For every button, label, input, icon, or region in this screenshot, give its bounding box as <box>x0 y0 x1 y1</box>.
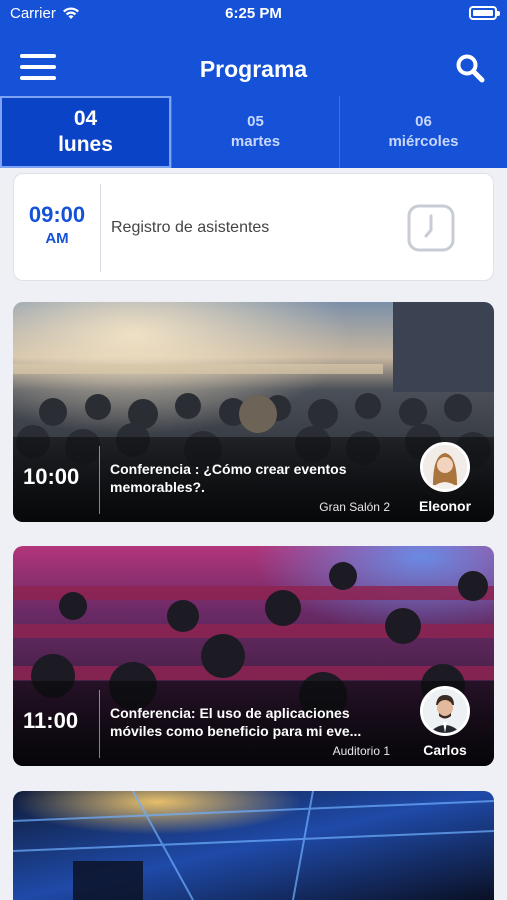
tab-day-name: lunes <box>58 133 113 156</box>
speaker-avatar[interactable] <box>420 442 470 492</box>
tab-day-number: 05 <box>247 113 264 130</box>
status-bar: Carrier 6:25 PM <box>0 0 507 28</box>
divider <box>99 446 100 514</box>
battery-icon <box>469 6 500 20</box>
event-card[interactable]: 10:00 Conferencia : ¿Cómo crear eventos … <box>13 302 494 522</box>
event-title: Conferencia : ¿Cómo crear eventos memora… <box>110 461 347 495</box>
event-card[interactable] <box>13 791 494 900</box>
divider <box>100 184 101 272</box>
day-tabs: 04 lunes 05 martes 06 miércoles <box>0 96 507 168</box>
tab-day-name: miércoles <box>388 133 459 150</box>
event-room: Gran Salón 2 <box>319 500 390 514</box>
event-card[interactable]: 11:00 Conferencia: El uso de aplicacione… <box>13 546 494 766</box>
registration-ampm: AM <box>45 230 69 247</box>
tab-day-05[interactable]: 05 martes <box>171 96 339 168</box>
tab-day-06[interactable]: 06 miércoles <box>339 96 507 168</box>
speaker-avatar[interactable] <box>420 686 470 736</box>
event-photo <box>13 791 494 900</box>
speaker-photo <box>423 445 467 489</box>
registration-title: Registro de asistentes <box>111 219 270 236</box>
registration-hour: 09:00 <box>28 202 86 227</box>
event-time: 11:00 <box>23 708 79 733</box>
top-bar: Carrier 6:25 PM Programa <box>0 0 507 96</box>
tab-day-04[interactable]: 04 lunes <box>0 96 171 168</box>
event-time: 10:00 <box>23 464 80 489</box>
status-time: 6:25 PM <box>225 5 282 22</box>
event-room: Auditorio 1 <box>332 744 390 758</box>
registration-time: 09:00 AM <box>14 202 100 250</box>
search-icon <box>456 54 485 83</box>
registration-card[interactable]: 09:00 AM Registro de asistentes <box>13 173 494 281</box>
nav-bar: Programa <box>0 40 507 94</box>
speaker-name: Eleonor <box>418 498 472 514</box>
tab-day-name: martes <box>230 133 281 150</box>
clock-icon <box>407 204 455 252</box>
event-title: Conferencia: El uso de aplicaciones móvi… <box>110 705 362 739</box>
tab-day-number: 06 <box>415 113 432 130</box>
page-title: Programa <box>199 56 308 82</box>
speaker-name: Carlos <box>423 742 467 758</box>
tab-day-number: 04 <box>73 107 98 130</box>
search-button[interactable] <box>455 53 485 83</box>
speaker-photo <box>423 689 467 733</box>
divider <box>99 690 100 758</box>
